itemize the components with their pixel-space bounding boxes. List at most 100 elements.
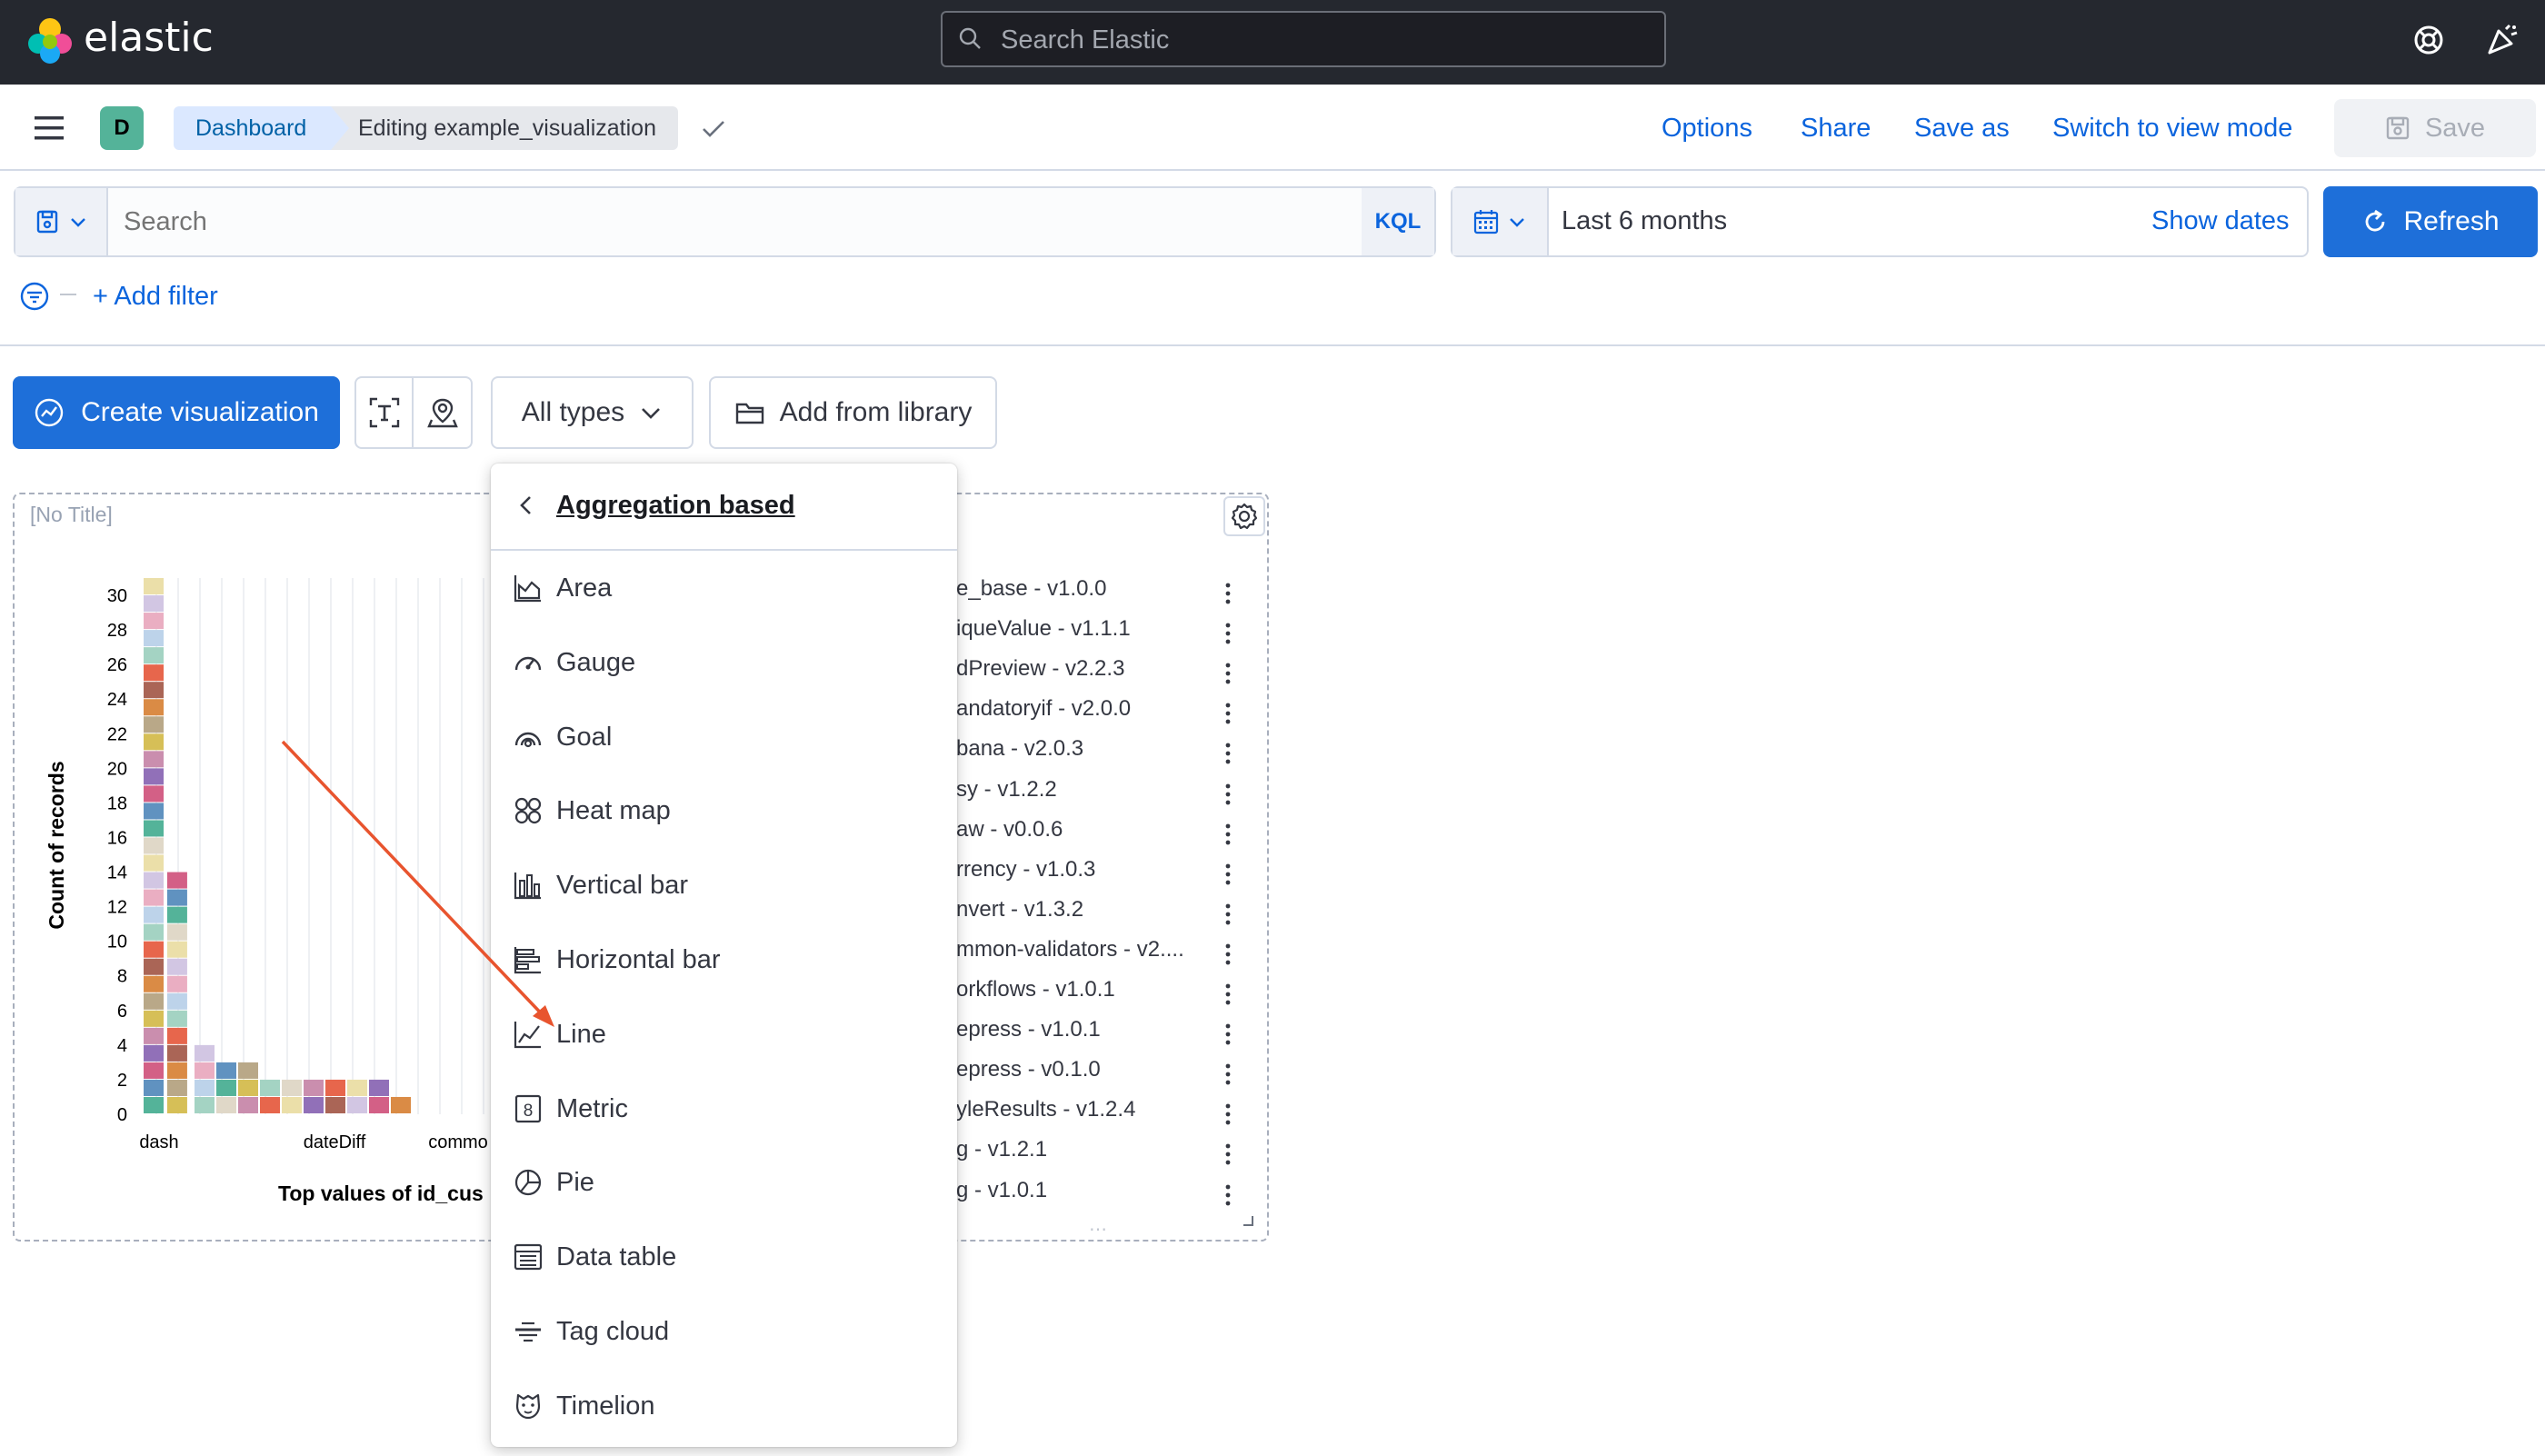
news-feed-icon[interactable]	[2484, 22, 2520, 58]
legend-item[interactable]: dPreview - v2.2.3	[956, 656, 1206, 682]
bar-segment[interactable]	[144, 785, 164, 803]
bar-segment[interactable]	[144, 768, 164, 785]
legend-item[interactable]: orkflows - v1.0.1	[956, 977, 1206, 1002]
bar-segment[interactable]	[166, 1010, 187, 1027]
bar-segment[interactable]	[304, 1096, 324, 1113]
global-search-input[interactable]	[999, 13, 1639, 67]
more-actions-icon[interactable]	[1224, 1103, 1232, 1125]
bar-segment[interactable]	[144, 975, 164, 992]
save-as-link[interactable]: Save as	[1914, 110, 2010, 146]
legend-item[interactable]: nvert - v1.3.2	[956, 897, 1206, 922]
bar-segment[interactable]	[304, 1079, 324, 1096]
visualization-type-timelion[interactable]: Timelion	[491, 1369, 957, 1443]
bar-segment[interactable]	[166, 1044, 187, 1062]
bar-segment[interactable]	[144, 751, 164, 768]
show-dates-link[interactable]: Show dates	[2151, 206, 2290, 236]
bar-segment[interactable]	[144, 699, 164, 716]
visualization-type-data-table[interactable]: Data table	[491, 1220, 957, 1294]
more-actions-icon[interactable]	[1224, 743, 1232, 764]
visualization-type-metric[interactable]: 8 Metric	[491, 1072, 957, 1146]
bar-segment[interactable]	[144, 872, 164, 889]
bar-segment[interactable]	[166, 975, 187, 992]
more-actions-icon[interactable]	[1224, 663, 1232, 684]
bar-segment[interactable]	[144, 941, 164, 958]
visualization-type-tag-cloud[interactable]: Tag cloud	[491, 1294, 957, 1369]
bar-segment[interactable]	[144, 682, 164, 699]
popover-title[interactable]: Aggregation based	[556, 491, 795, 521]
more-actions-icon[interactable]	[1224, 703, 1232, 724]
bar-segment[interactable]	[144, 716, 164, 733]
bar-segment[interactable]	[166, 992, 187, 1010]
bar-segment[interactable]	[238, 1079, 258, 1096]
bar-segment[interactable]	[347, 1079, 367, 1096]
visualization-type-area[interactable]: Area	[491, 551, 957, 625]
bar-segment[interactable]	[238, 1096, 258, 1113]
legend-item[interactable]: g - v1.2.1	[956, 1137, 1206, 1162]
bar-segment[interactable]	[260, 1096, 280, 1113]
space-avatar[interactable]: D	[100, 106, 144, 150]
bar-segment[interactable]	[144, 733, 164, 751]
bar-segment[interactable]	[144, 958, 164, 975]
resize-handle-icon[interactable]	[1240, 1212, 1256, 1229]
saved-query-menu[interactable]	[15, 188, 108, 255]
bar-segment[interactable]	[144, 1044, 164, 1062]
more-actions-icon[interactable]	[1224, 863, 1232, 885]
visualization-type-gauge[interactable]: Gauge	[491, 625, 957, 700]
legend-item[interactable]: e_base - v1.0.0	[956, 576, 1206, 602]
bar-segment[interactable]	[166, 1027, 187, 1044]
global-search[interactable]	[941, 11, 1666, 67]
bar-segment[interactable]	[144, 923, 164, 941]
bar-segment[interactable]	[144, 906, 164, 923]
bar-segment[interactable]	[144, 1062, 164, 1079]
bar-segment[interactable]	[325, 1079, 345, 1096]
bar-segment[interactable]	[144, 613, 164, 630]
check-icon[interactable]	[700, 115, 727, 143]
bar-segment[interactable]	[282, 1079, 302, 1096]
more-actions-icon[interactable]	[1224, 1063, 1232, 1085]
bar-segment[interactable]	[369, 1096, 389, 1113]
add-from-library-button[interactable]: Add from library	[709, 376, 997, 449]
elastic-logo-icon[interactable]	[25, 16, 75, 65]
bar-segment[interactable]	[195, 1079, 215, 1096]
panel-options-button[interactable]	[1223, 496, 1265, 536]
more-actions-icon[interactable]	[1224, 823, 1232, 845]
bar-segment[interactable]	[216, 1096, 236, 1113]
bar-segment[interactable]	[166, 1079, 187, 1096]
bar-segment[interactable]	[166, 1096, 187, 1113]
more-actions-icon[interactable]	[1224, 783, 1232, 805]
more-actions-icon[interactable]	[1224, 1143, 1232, 1165]
visualization-type-pie[interactable]: Pie	[491, 1145, 957, 1220]
bar-segment[interactable]	[166, 889, 187, 906]
legend-item[interactable]: mmon-validators - v2....	[956, 937, 1206, 962]
bar-segment[interactable]	[144, 647, 164, 664]
bar-segment[interactable]	[325, 1096, 345, 1113]
more-actions-icon[interactable]	[1224, 1184, 1232, 1206]
legend-item[interactable]: epress - v0.1.0	[956, 1057, 1206, 1082]
more-actions-icon[interactable]	[1224, 943, 1232, 965]
bar-segment[interactable]	[144, 992, 164, 1010]
bar-segment[interactable]	[166, 923, 187, 941]
bar-segment[interactable]	[144, 1010, 164, 1027]
bar-segment[interactable]	[144, 854, 164, 872]
query-language-button[interactable]: KQL	[1362, 188, 1434, 255]
refresh-button[interactable]: Refresh	[2323, 186, 2538, 257]
legend-item[interactable]: andatoryif - v2.0.0	[956, 696, 1206, 722]
all-types-button[interactable]: All types	[491, 376, 694, 449]
bar-segment[interactable]	[216, 1079, 236, 1096]
bar-segment[interactable]	[144, 1096, 164, 1113]
more-actions-icon[interactable]	[1224, 903, 1232, 925]
switch-to-view-mode-link[interactable]: Switch to view mode	[2052, 110, 2292, 146]
menu-icon[interactable]	[33, 115, 65, 142]
bar-segment[interactable]	[144, 1079, 164, 1096]
bar-segment[interactable]	[347, 1096, 367, 1113]
help-icon[interactable]	[2412, 24, 2445, 56]
bar-segment[interactable]	[195, 1044, 215, 1062]
more-actions-icon[interactable]	[1224, 583, 1232, 604]
breadcrumb-dashboard[interactable]: Dashboard	[174, 106, 350, 150]
bar-segment[interactable]	[282, 1096, 302, 1113]
bar-segment[interactable]	[166, 872, 187, 889]
bar-segment[interactable]	[166, 958, 187, 975]
bar-segment[interactable]	[166, 1062, 187, 1079]
bar-segment[interactable]	[144, 630, 164, 647]
bar-segment[interactable]	[144, 1027, 164, 1044]
